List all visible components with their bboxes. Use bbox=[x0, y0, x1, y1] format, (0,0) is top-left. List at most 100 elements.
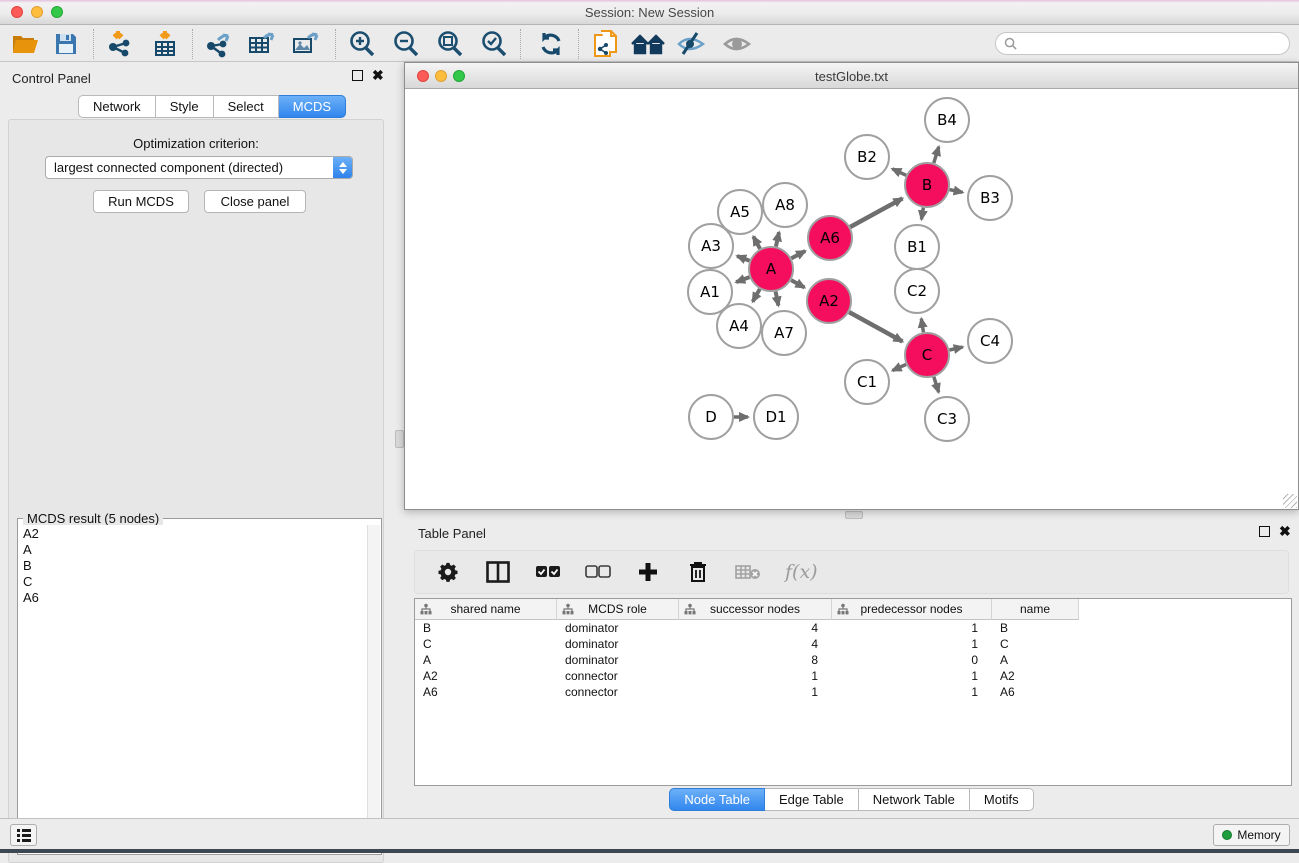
search-input[interactable] bbox=[1017, 37, 1267, 51]
table-cell[interactable]: 8 bbox=[679, 652, 832, 668]
export-network-icon[interactable] bbox=[203, 29, 233, 59]
table-row[interactable]: Cdominator41C bbox=[415, 636, 1291, 652]
zoom-out-icon[interactable] bbox=[391, 29, 421, 59]
tab-network-table[interactable]: Network Table bbox=[859, 788, 970, 811]
float-panel-icon[interactable] bbox=[1259, 526, 1270, 537]
window-resize-grip[interactable] bbox=[1283, 494, 1297, 508]
graph-edge-C-C4[interactable] bbox=[949, 347, 962, 350]
open-file-icon[interactable] bbox=[11, 29, 41, 59]
table-cell[interactable]: 1 bbox=[832, 668, 992, 684]
graph-edge-A-A2[interactable] bbox=[791, 280, 804, 287]
table-row[interactable]: A6connector11A6 bbox=[415, 684, 1291, 700]
table-cell[interactable]: 4 bbox=[679, 620, 832, 636]
result-list-item[interactable]: A2 bbox=[19, 525, 367, 541]
network-graph[interactable]: B4B2BB3A8A5A6A3B1AC2A1A2A4A7C4CC1DD1C3 bbox=[405, 89, 1298, 509]
result-list-item[interactable]: A bbox=[19, 541, 367, 557]
close-panel-icon[interactable]: ✖ bbox=[372, 70, 384, 81]
table-cell[interactable]: C bbox=[415, 636, 557, 652]
show-column-panel-icon[interactable] bbox=[485, 559, 511, 585]
run-mcds-button[interactable]: Run MCDS bbox=[93, 190, 189, 213]
horizontal-splitter-grip[interactable] bbox=[845, 511, 863, 519]
table-cell[interactable]: dominator bbox=[557, 636, 679, 652]
graph-edge-A-A4[interactable] bbox=[753, 289, 760, 302]
table-cell[interactable]: B bbox=[415, 620, 557, 636]
table-cell[interactable]: A2 bbox=[415, 668, 557, 684]
table-cell[interactable]: connector bbox=[557, 668, 679, 684]
select-all-columns-icon[interactable] bbox=[535, 559, 561, 585]
zoom-fit-icon[interactable] bbox=[435, 29, 465, 59]
export-table-icon[interactable] bbox=[247, 29, 277, 59]
table-cell[interactable]: 1 bbox=[832, 620, 992, 636]
graph-edge-A-A1[interactable] bbox=[736, 277, 749, 282]
graph-edge-B-B2[interactable] bbox=[892, 169, 906, 175]
column-header-predecessor-nodes[interactable]: predecessor nodes bbox=[832, 599, 992, 620]
table-cell[interactable]: 1 bbox=[832, 636, 992, 652]
create-column-icon[interactable] bbox=[635, 559, 661, 585]
hide-graphics-details-icon[interactable] bbox=[676, 29, 706, 59]
table-row[interactable]: A2connector11A2 bbox=[415, 668, 1291, 684]
table-cell[interactable]: A2 bbox=[992, 668, 1079, 684]
result-list-item[interactable]: C bbox=[19, 573, 367, 589]
node-table[interactable]: shared nameMCDS rolesuccessor nodesprede… bbox=[414, 598, 1292, 786]
function-builder-icon[interactable]: f(x) bbox=[785, 561, 818, 583]
optimization-criterion-dropdown[interactable]: largest connected component (directed) bbox=[45, 156, 353, 179]
home-layout-icon[interactable] bbox=[630, 29, 666, 59]
deselect-all-columns-icon[interactable] bbox=[585, 559, 611, 585]
table-cell[interactable]: A6 bbox=[415, 684, 557, 700]
graph-edge-A-A5[interactable] bbox=[753, 237, 760, 249]
column-header-name[interactable]: name bbox=[992, 599, 1079, 620]
table-cell[interactable]: dominator bbox=[557, 652, 679, 668]
table-cell[interactable]: B bbox=[992, 620, 1079, 636]
tab-mcds[interactable]: MCDS bbox=[279, 95, 346, 118]
tab-network[interactable]: Network bbox=[78, 95, 156, 118]
table-cell[interactable]: C bbox=[992, 636, 1079, 652]
graph-edge-B-B1[interactable] bbox=[921, 208, 923, 220]
tab-node-table[interactable]: Node Table bbox=[669, 788, 765, 811]
float-panel-icon[interactable] bbox=[352, 70, 363, 81]
export-image-icon[interactable] bbox=[291, 29, 321, 59]
graph-edge-A-A8[interactable] bbox=[776, 232, 779, 246]
vertical-splitter-grip[interactable] bbox=[395, 430, 404, 448]
table-cell[interactable]: dominator bbox=[557, 620, 679, 636]
graph-edge-C-C2[interactable] bbox=[921, 319, 923, 333]
zoom-selected-icon[interactable] bbox=[479, 29, 509, 59]
table-cell[interactable]: 1 bbox=[832, 684, 992, 700]
tab-motifs[interactable]: Motifs bbox=[970, 788, 1034, 811]
column-header-successor-nodes[interactable]: successor nodes bbox=[679, 599, 832, 620]
close-panel-icon[interactable]: ✖ bbox=[1279, 526, 1291, 537]
result-scrollbar[interactable] bbox=[367, 525, 380, 853]
zoom-in-icon[interactable] bbox=[347, 29, 377, 59]
column-header-shared-name[interactable]: shared name bbox=[415, 599, 557, 620]
duplicate-network-icon[interactable] bbox=[592, 29, 622, 59]
graph-edge-B-B4[interactable] bbox=[934, 147, 939, 163]
table-cell[interactable]: 1 bbox=[679, 684, 832, 700]
network-window-titlebar[interactable]: testGlobe.txt bbox=[405, 63, 1298, 89]
memory-button[interactable]: Memory bbox=[1213, 824, 1290, 846]
graph-edge-C-C1[interactable] bbox=[893, 364, 906, 370]
search-field[interactable] bbox=[995, 32, 1290, 55]
table-options-gear-icon[interactable] bbox=[435, 559, 461, 585]
table-row[interactable]: Bdominator41B bbox=[415, 620, 1291, 636]
table-cell[interactable]: A bbox=[992, 652, 1079, 668]
refresh-icon[interactable] bbox=[536, 29, 566, 59]
table-cell[interactable]: 0 bbox=[832, 652, 992, 668]
delete-table-icon[interactable] bbox=[735, 559, 761, 585]
close-panel-button[interactable]: Close panel bbox=[204, 190, 306, 213]
import-table-icon[interactable] bbox=[150, 29, 180, 59]
mcds-result-list[interactable]: A2ABCA6 bbox=[19, 525, 367, 853]
graph-edge-A-A7[interactable] bbox=[776, 292, 779, 306]
table-cell[interactable]: connector bbox=[557, 684, 679, 700]
result-list-item[interactable]: B bbox=[19, 557, 367, 573]
graph-edge-B-B3[interactable] bbox=[950, 190, 963, 193]
graph-edge-A6-B[interactable] bbox=[850, 198, 902, 227]
tab-edge-table[interactable]: Edge Table bbox=[765, 788, 859, 811]
table-cell[interactable]: A6 bbox=[992, 684, 1079, 700]
console-button[interactable] bbox=[10, 824, 37, 846]
delete-column-icon[interactable] bbox=[685, 559, 711, 585]
network-canvas[interactable]: B4B2BB3A8A5A6A3B1AC2A1A2A4A7C4CC1DD1C3 bbox=[405, 89, 1298, 509]
table-cell[interactable]: A bbox=[415, 652, 557, 668]
graph-edge-A-A6[interactable] bbox=[791, 251, 805, 258]
graph-edge-A2-C[interactable] bbox=[849, 312, 902, 341]
save-session-icon[interactable] bbox=[51, 29, 81, 59]
result-list-item[interactable]: A6 bbox=[19, 589, 367, 605]
